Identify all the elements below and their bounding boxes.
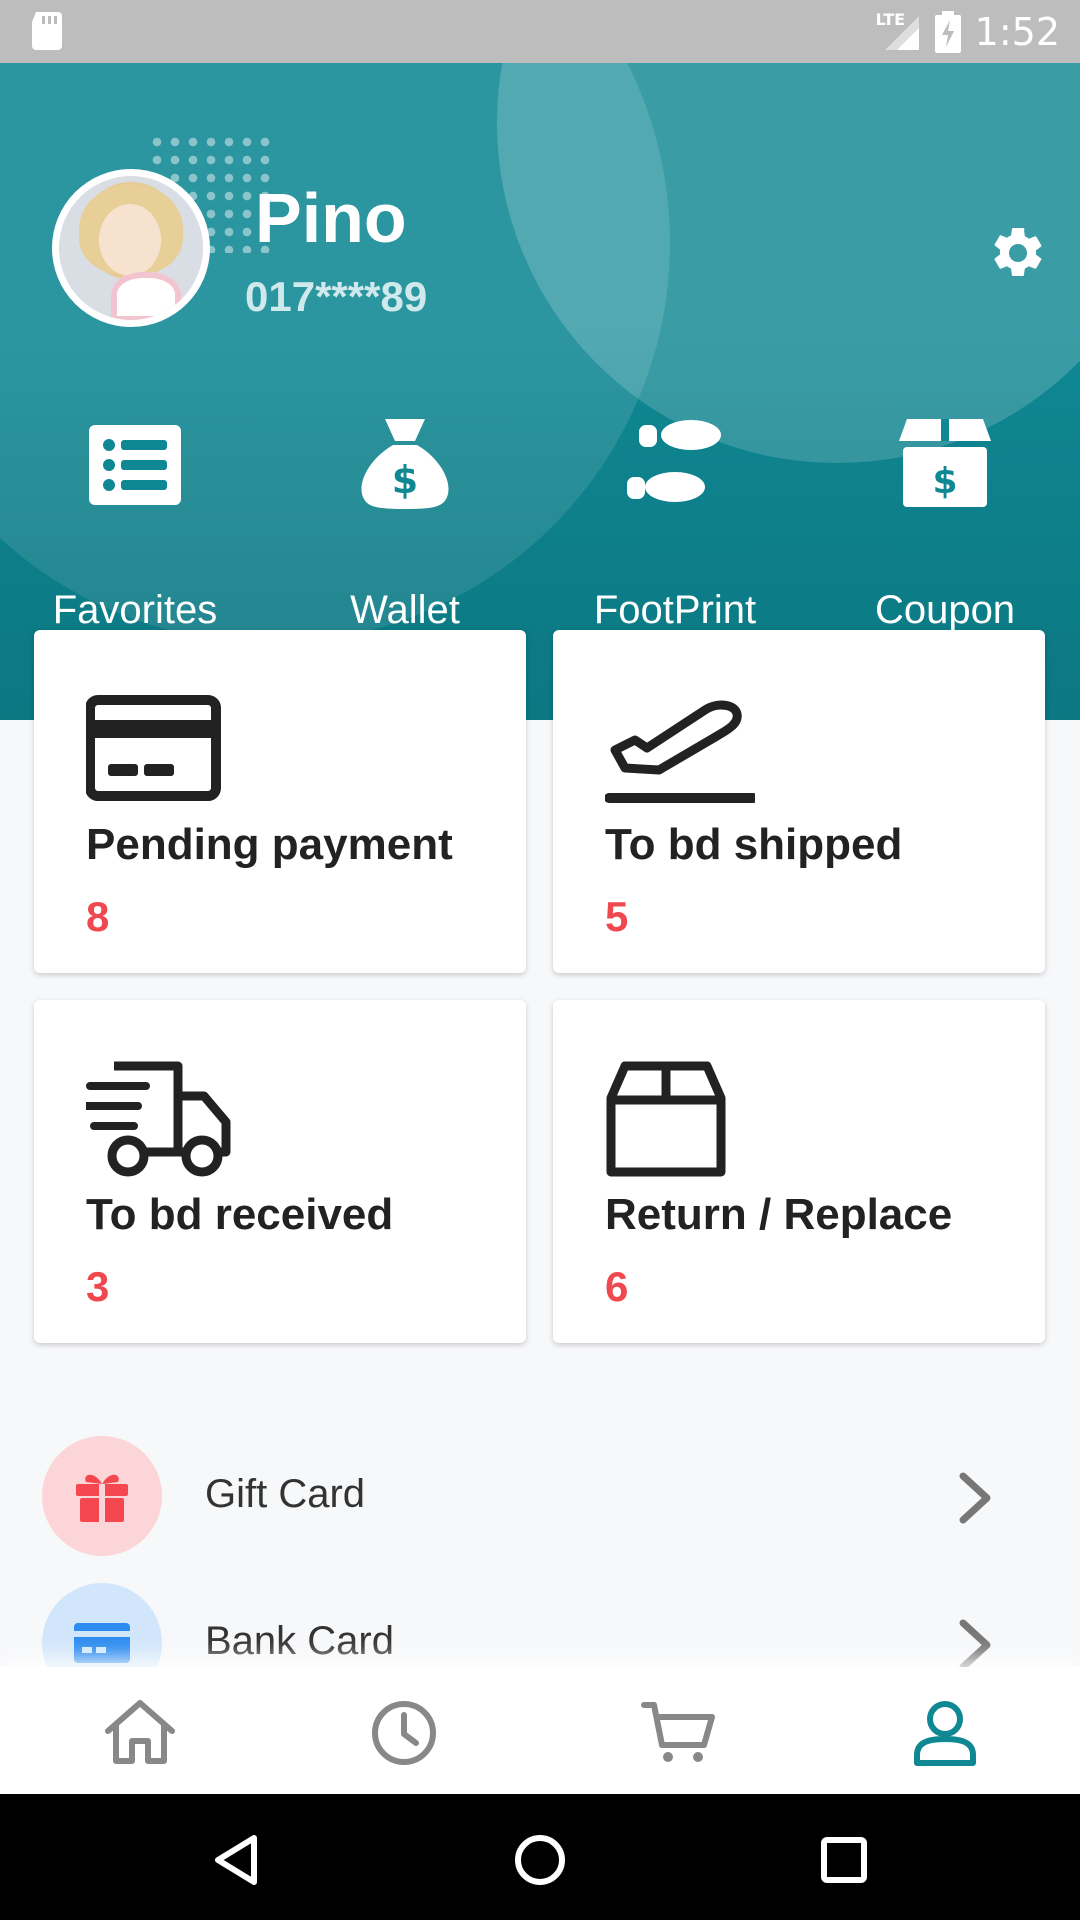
profile-header: Pino 017****89 Favorites $ Wallet FootPr…: [0, 63, 1080, 720]
recents-icon[interactable]: [816, 1832, 872, 1888]
quick-footprint[interactable]: FootPrint: [540, 413, 810, 643]
chevron-right-icon: [959, 1472, 991, 1524]
card-pending-payment[interactable]: Pending payment 8: [34, 630, 526, 973]
quick-label: Wallet: [350, 588, 460, 632]
cart-icon[interactable]: [638, 1697, 718, 1767]
list-label: Bank Card: [205, 1619, 394, 1663]
coupon-box-icon: $: [899, 419, 991, 507]
airplane-departure-icon: [605, 700, 755, 803]
gear-icon[interactable]: [988, 223, 1048, 283]
user-phone: 017****89: [245, 273, 428, 320]
box-icon: [606, 1061, 726, 1177]
card-title: To bd shipped: [605, 820, 903, 869]
card-title: To bd received: [86, 1190, 394, 1239]
signal-icon: LTE: [876, 10, 921, 52]
list-icon: [89, 425, 181, 505]
quick-favorites[interactable]: Favorites: [0, 413, 270, 643]
quick-label: Favorites: [52, 588, 218, 632]
quick-wallet[interactable]: $ Wallet: [270, 413, 540, 643]
footprint-icon: [627, 420, 721, 502]
quick-coupon[interactable]: $ Coupon: [810, 413, 1080, 643]
home-circle-icon[interactable]: [512, 1832, 568, 1888]
card-count: 5: [605, 893, 629, 940]
chevron-right-icon: [959, 1619, 991, 1671]
gift-icon: [76, 1474, 128, 1522]
quick-label: FootPrint: [593, 588, 757, 632]
back-icon[interactable]: [208, 1832, 264, 1888]
user-name: Pino: [255, 179, 407, 257]
card-to-be-shipped[interactable]: To bd shipped 5: [553, 630, 1045, 973]
avatar[interactable]: [52, 169, 210, 327]
money-bag-icon: $: [361, 419, 449, 509]
quick-actions: Favorites $ Wallet FootPrint $ Coupon: [0, 413, 1080, 643]
card-title: Return / Replace: [605, 1190, 953, 1239]
home-icon[interactable]: [100, 1697, 180, 1767]
list-label: Gift Card: [205, 1472, 366, 1516]
bank-card-icon: [74, 1623, 130, 1663]
status-bar: LTE 1:52: [0, 0, 1080, 63]
svg-text:$: $: [932, 461, 957, 502]
clock-icon[interactable]: [364, 1697, 444, 1767]
list-item-gift-card[interactable]: Gift Card: [0, 1436, 1080, 1583]
card-return-replace[interactable]: Return / Replace 6: [553, 1000, 1045, 1343]
card-count: 8: [86, 893, 110, 940]
bottom-nav: [0, 1667, 1080, 1794]
credit-card-icon: [86, 695, 221, 801]
user-icon[interactable]: [905, 1697, 985, 1767]
sim-card-icon: [32, 12, 62, 50]
gift-icon-badge: [42, 1436, 162, 1556]
card-count: 3: [86, 1263, 110, 1310]
delivery-truck-icon: [86, 1061, 231, 1177]
card-title: Pending payment: [86, 820, 453, 869]
quick-label: Coupon: [874, 588, 1016, 632]
svg-text:$: $: [392, 458, 418, 502]
card-to-be-received[interactable]: To bd received 3: [34, 1000, 526, 1343]
system-nav-bar: [0, 1794, 1080, 1920]
battery-charging-icon: [934, 10, 961, 53]
card-count: 6: [605, 1263, 629, 1310]
clock-time: 1:52: [974, 9, 1060, 54]
